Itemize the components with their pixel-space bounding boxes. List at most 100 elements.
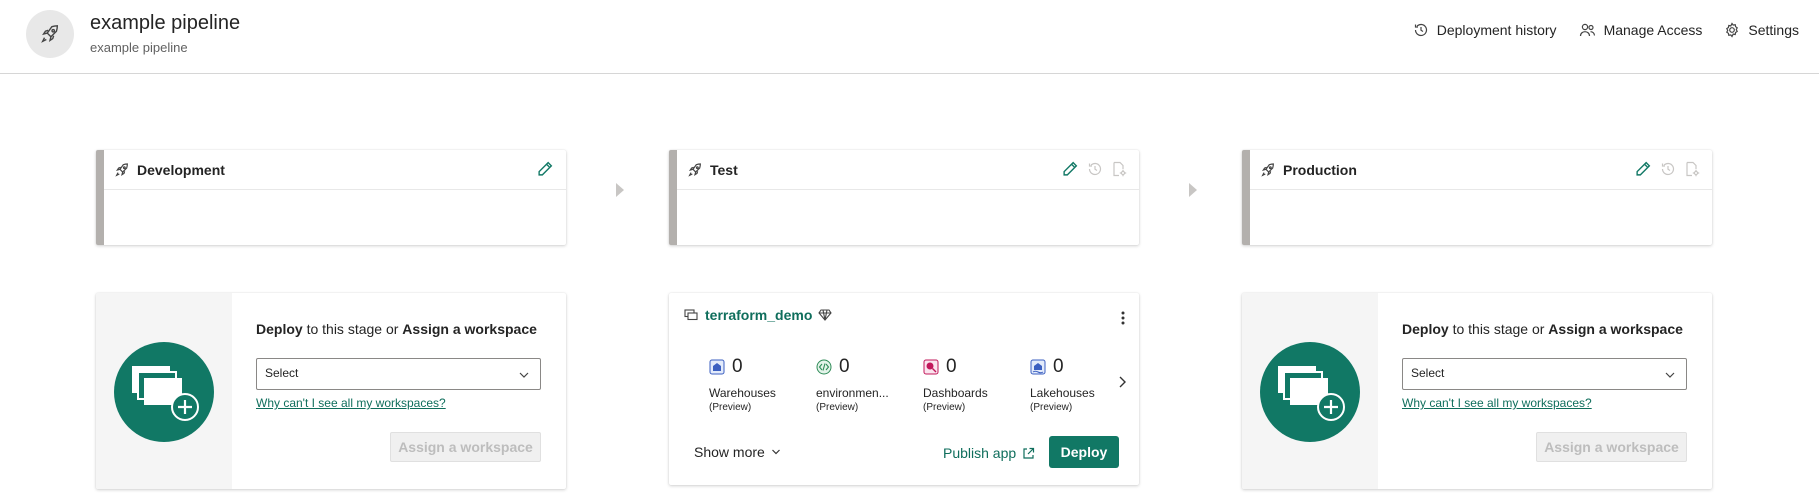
settings-button[interactable]: Settings <box>1724 22 1799 38</box>
stage-arrow <box>1189 183 1197 197</box>
publish-app-label: Publish app <box>943 445 1017 461</box>
header-actions: Deployment history Manage Access Setting… <box>1413 22 1799 38</box>
deploy-word: Deploy <box>1402 321 1449 337</box>
environment-icon <box>816 359 832 375</box>
item-label: Lakehouses <box>1030 386 1095 400</box>
pipeline-header: example pipeline example pipeline Deploy… <box>0 0 1819 74</box>
assign-workspace-button[interactable]: Assign a workspace <box>390 432 541 462</box>
settings-label: Settings <box>1748 22 1799 38</box>
chevron-right-icon[interactable] <box>1117 375 1127 389</box>
item-tag: (Preview) <box>923 402 966 413</box>
item-count: 0 <box>946 356 957 377</box>
stage-arrow <box>616 183 624 197</box>
rocket-icon <box>1261 162 1274 177</box>
item-tag: (Preview) <box>1030 402 1073 413</box>
select-placeholder: Select <box>265 366 299 380</box>
stage-settings-icon[interactable] <box>1684 161 1700 177</box>
why-workspaces-link[interactable]: Why can't I see all my workspaces? <box>1402 396 1592 410</box>
item-label: Dashboards <box>923 386 988 400</box>
more-options-icon[interactable] <box>1121 310 1125 326</box>
workspace-card-test: terraform_demo 0 Warehouses (Preview) 0 … <box>669 293 1139 485</box>
stage-settings-icon[interactable] <box>1111 161 1127 177</box>
deployment-history-label: Deployment history <box>1436 22 1557 38</box>
assign-word: Assign a workspace <box>402 321 537 337</box>
workspace-items: 0 Warehouses (Preview) 0 environmen... (… <box>709 356 1095 416</box>
stage-actions <box>1062 160 1127 177</box>
manage-access-button[interactable]: Manage Access <box>1579 22 1702 38</box>
people-icon <box>1579 23 1595 37</box>
heading-middle: to this stage or <box>1448 321 1549 337</box>
stage-name: Development <box>137 161 225 178</box>
assign-illustration-panel <box>96 293 232 489</box>
stage-card-development[interactable]: Development <box>96 150 566 245</box>
chevron-down-icon <box>771 449 780 455</box>
stage-bar <box>1242 150 1250 245</box>
item-lakehouses[interactable]: 0 Lakehouses (Preview) <box>1030 356 1120 413</box>
publish-app-link[interactable]: Publish app <box>943 445 1035 461</box>
stage-name: Production <box>1283 161 1357 178</box>
deployment-history-button[interactable]: Deployment history <box>1413 22 1557 38</box>
add-workspace-icon <box>1278 366 1345 421</box>
assign-word: Assign a workspace <box>1548 321 1683 337</box>
stage-card-test[interactable]: Test <box>669 150 1139 245</box>
item-label: Warehouses <box>709 386 776 400</box>
assign-workspace-button[interactable]: Assign a workspace <box>1536 432 1687 462</box>
pencil-icon[interactable] <box>1062 160 1079 177</box>
assign-heading: Deploy to this stage or Assign a workspa… <box>1402 321 1683 337</box>
page-title: example pipeline <box>90 12 241 34</box>
pencil-icon[interactable] <box>537 160 554 177</box>
show-more-button[interactable]: Show more <box>694 444 781 460</box>
why-workspaces-link[interactable]: Why can't I see all my workspaces? <box>256 396 446 410</box>
workspace-illustration <box>114 342 214 442</box>
item-environments[interactable]: 0 environmen... (Preview) <box>816 356 906 413</box>
add-workspace-icon <box>132 366 199 421</box>
pipeline-avatar <box>26 10 74 58</box>
item-tag: (Preview) <box>816 402 859 413</box>
show-more-label: Show more <box>694 444 765 460</box>
rocket-icon <box>115 162 128 177</box>
history-icon <box>1414 23 1427 37</box>
pencil-icon[interactable] <box>1635 160 1652 177</box>
assign-illustration-panel <box>1242 293 1378 489</box>
stage-name: Test <box>710 161 738 178</box>
workspace-name[interactable]: terraform_demo <box>705 307 812 323</box>
stage-card-production[interactable]: Production <box>1242 150 1712 245</box>
external-link-icon <box>1023 447 1035 459</box>
workspace-select[interactable]: Select <box>256 358 541 390</box>
gear-icon <box>1726 22 1739 38</box>
stage-actions <box>1635 160 1700 177</box>
rocket-icon <box>688 162 701 177</box>
stage-bar <box>669 150 677 245</box>
select-placeholder: Select <box>1411 366 1445 380</box>
workspace-illustration <box>1260 342 1360 442</box>
stage-actions <box>537 160 554 177</box>
deploy-word: Deploy <box>256 321 303 337</box>
item-dashboards[interactable]: 0 Dashboards (Preview) <box>923 356 1013 413</box>
item-count: 0 <box>839 356 850 377</box>
item-label: environmen... <box>816 386 889 400</box>
item-count: 0 <box>732 356 743 377</box>
history-icon[interactable] <box>1660 161 1676 177</box>
assign-workspace-card-development: Deploy to this stage or Assign a workspa… <box>96 293 566 489</box>
history-icon[interactable] <box>1087 161 1103 177</box>
stage-bar <box>96 150 104 245</box>
assign-workspace-card-production: Deploy to this stage or Assign a workspa… <box>1242 293 1712 489</box>
item-warehouses[interactable]: 0 Warehouses (Preview) <box>709 356 799 413</box>
heading-middle: to this stage or <box>302 321 403 337</box>
workspace-select[interactable]: Select <box>1402 358 1687 390</box>
lakehouse-icon <box>1030 359 1046 375</box>
warehouse-icon <box>709 359 725 375</box>
rocket-icon <box>41 25 59 43</box>
diamond-icon <box>818 309 833 321</box>
workspace-title: terraform_demo <box>684 307 833 323</box>
stage-header: Development <box>104 150 566 190</box>
chevron-down-icon <box>519 372 529 378</box>
item-tag: (Preview) <box>709 402 752 413</box>
workspace-icon <box>684 309 698 321</box>
chevron-down-icon <box>1665 372 1675 378</box>
assign-heading: Deploy to this stage or Assign a workspa… <box>256 321 537 337</box>
item-count: 0 <box>1053 356 1064 377</box>
deploy-button[interactable]: Deploy <box>1049 436 1119 468</box>
page-subtitle: example pipeline <box>90 40 188 55</box>
dashboard-icon <box>923 359 939 375</box>
